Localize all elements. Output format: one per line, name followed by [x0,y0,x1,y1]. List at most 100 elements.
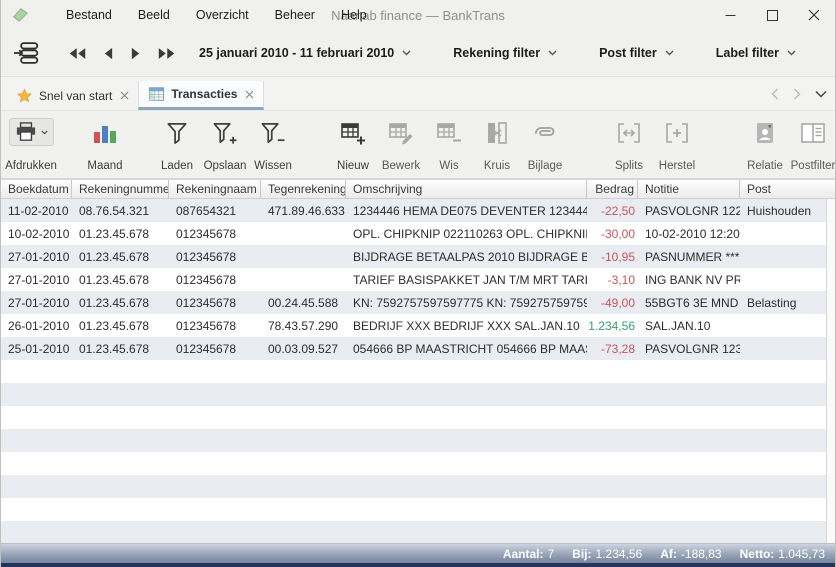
cell-bedrag: -73,28 [587,342,638,356]
cell-rekeningnaam: 012345678 [169,342,261,356]
empty-row [1,498,835,521]
cell-omschrijving: TARIEF BASISPAKKET JAN T/M MRT TARIEF... [346,273,587,287]
cell-rekeningnaam: 012345678 [169,273,261,287]
action-laden[interactable]: Laden [153,116,201,178]
rekening-filter-label: Rekening filter [453,46,540,60]
contact-card-icon [754,121,776,145]
column-header-boekdatum[interactable]: Boekdatum [1,180,72,198]
bij-value: 1.234,56 [596,547,643,561]
column-header-rekeningnummer[interactable]: Rekeningnummer [72,180,169,198]
cell-boekdatum: 11-02-2010 [1,204,72,218]
column-header-post[interactable]: Post [740,180,835,198]
cell-rekeningnaam: 012345678 [169,296,261,310]
column-header-tegenrekening[interactable]: Tegenrekening [261,180,346,198]
action-nieuw[interactable]: Nieuw [329,116,377,178]
period-navigation [67,45,177,62]
post-filter-dropdown[interactable]: Post filter [599,46,674,60]
tab-scroll-right-icon[interactable] [793,88,801,100]
table-row[interactable]: 26-01-2010 01.23.45.678 012345678 78.43.… [1,314,835,337]
tab-list-icon[interactable] [815,90,827,98]
app-logo-icon [11,5,31,25]
af-value: -188,83 [681,547,722,561]
empty-row [1,429,835,452]
tab-scroll-left-icon[interactable] [771,88,779,100]
status-aantal: Aantal:7 [503,547,554,561]
action-wissen[interactable]: Wissen [249,116,297,178]
table-row[interactable]: 27-01-2010 01.23.45.678 012345678 BIJDRA… [1,245,835,268]
action-afdrukken[interactable]: Afdrukken [7,116,55,178]
vertical-scrollbar[interactable] [826,199,835,543]
action-wis: Wis [425,116,473,178]
close-button[interactable] [793,0,835,30]
tab-transacties[interactable]: Transacties [138,81,264,110]
column-header-bedrag[interactable]: Bedrag [587,180,638,198]
column-header-omschrijving[interactable]: Omschrijving [346,180,587,198]
cell-rekeningnummer: 08.76.54.321 [72,204,169,218]
table-row[interactable]: 25-01-2010 01.23.45.678 012345678 00.03.… [1,337,835,360]
print-chip [9,118,54,146]
aantal-value: 7 [547,547,554,561]
column-header-notitie[interactable]: Notitie [638,180,740,198]
transactions-table-icon [148,86,165,102]
netto-value: 1.045,73 [778,547,825,561]
empty-row [1,406,835,429]
maximize-button[interactable] [751,0,793,30]
cell-rekeningnummer: 01.23.45.678 [72,296,169,310]
cell-boekdatum: 10-02-2010 [1,227,72,241]
cell-notitie: PASVOLGNR 123 25-0... [638,342,740,356]
cell-notitie: SAL.JAN.10 [638,319,740,333]
action-kruis: Kruis [473,116,521,178]
action-postfilter: Postfilter [789,116,836,178]
date-range-dropdown[interactable]: 25 januari 2010 - 11 februari 2010 [199,46,411,60]
tab-label: Transacties [171,87,237,101]
cell-boekdatum: 27-01-2010 [1,296,72,310]
minimize-button[interactable] [709,0,751,30]
action-maand[interactable]: Maand [81,116,129,178]
table-row[interactable]: 10-02-2010 01.23.45.678 012345678 OPL. C… [1,222,835,245]
next-period-icon[interactable] [129,45,142,62]
window-bottom-edge [1,563,835,567]
cell-omschrijving: OPL. CHIPKNIP 022110263 OPL. CHIPKNIP 0.… [346,227,587,241]
rekening-filter-dropdown[interactable]: Rekening filter [453,46,557,60]
table-row[interactable]: 27-01-2010 01.23.45.678 012345678 00.24.… [1,291,835,314]
menu-bestand[interactable]: Bestand [53,0,125,30]
action-relatie: Relatie [741,116,789,178]
paperclip-icon [533,122,557,144]
action-opslaan[interactable]: Opslaan [201,116,249,178]
status-af: Af: -188,83 [660,547,721,561]
tab-close-icon[interactable] [243,90,254,99]
star-icon [16,88,33,104]
tab-snel-van-start[interactable]: Snel van start [7,81,138,110]
cell-notitie: PASNUMMER ***X000... [638,250,740,264]
cell-omschrijving: 054666 BP MAASTRICHT 054666 BP MAASTRI..… [346,342,587,356]
cell-bedrag: 1.234,56 [587,319,638,333]
table-row[interactable]: 11-02-2010 08.76.54.321 087654321 471.89… [1,199,835,222]
filter-icon [166,122,188,145]
action-splits: Splits [605,116,653,178]
menu-beheer[interactable]: Beheer [262,0,328,30]
cell-rekeningnummer: 01.23.45.678 [72,319,169,333]
table-row[interactable]: 27-01-2010 01.23.45.678 012345678 TARIEF… [1,268,835,291]
period-toolbar: 25 januari 2010 - 11 februari 2010 Reken… [1,30,835,77]
cell-bedrag: -10,95 [587,250,638,264]
last-period-icon[interactable] [156,45,177,62]
cell-notitie: 55BGT6 3E MND 1311... [638,296,740,310]
tab-bar: Snel van start Transacties [1,77,835,111]
menu-help[interactable]: Help [328,0,380,30]
menu-beeld[interactable]: Beeld [125,0,183,30]
aantal-label: Aantal: [503,547,544,561]
af-label: Af: [660,547,677,561]
label-filter-dropdown[interactable]: Label filter [716,46,796,60]
menu-overzicht[interactable]: Overzicht [183,0,262,30]
cell-tegenrekening: 00.24.45.588 [261,296,346,310]
tab-close-icon[interactable] [118,91,129,100]
first-period-icon[interactable] [67,45,88,62]
column-header-rekeningnaam[interactable]: Rekeningnaam [169,180,261,198]
action-herstel: Herstel [653,116,701,178]
previous-period-icon[interactable] [102,45,115,62]
chevron-down-icon [665,50,674,56]
date-range-label: 25 januari 2010 - 11 februari 2010 [199,46,394,60]
cell-bedrag: -49,00 [587,296,638,310]
window-controls [709,0,835,30]
import-transactions-icon[interactable] [13,39,41,67]
